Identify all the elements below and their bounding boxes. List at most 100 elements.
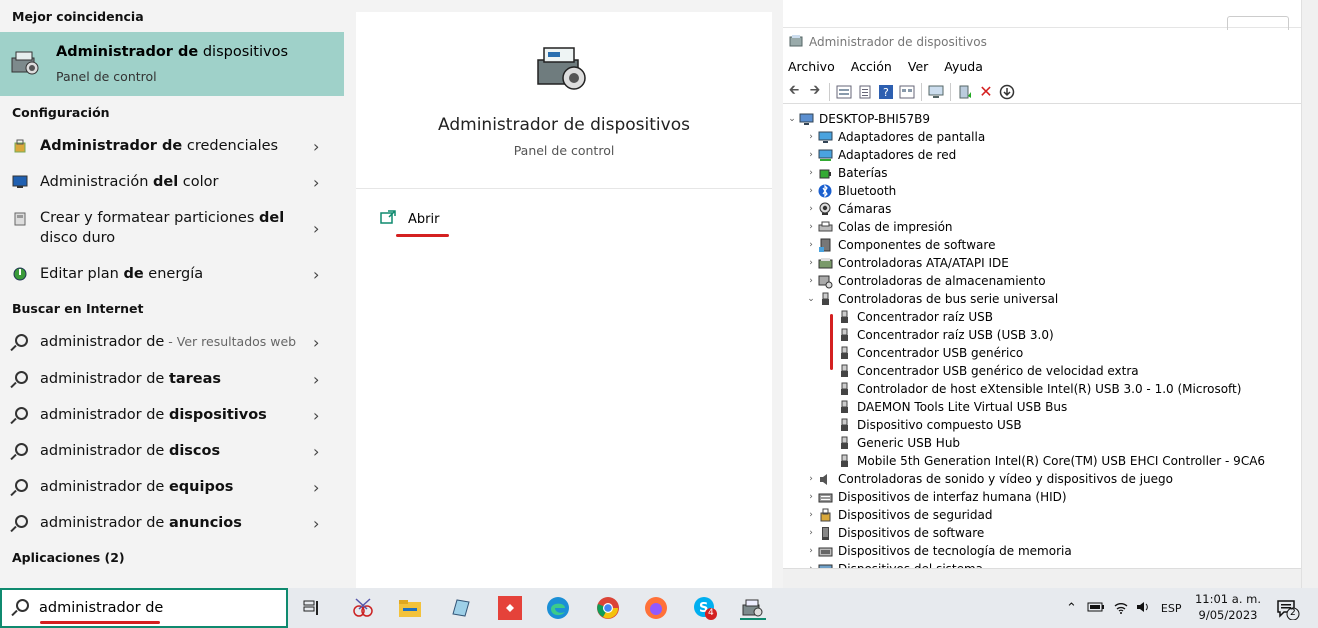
tree-category[interactable]: ›Dispositivos del sistema [804,560,983,568]
notification-icon[interactable]: 2 [1276,598,1300,624]
partition-icon [11,210,29,228]
menu-ayuda[interactable]: Ayuda [939,57,988,79]
details-view-icon[interactable] [898,83,916,101]
chevron-down-icon[interactable]: ⌄ [804,294,818,304]
help-icon[interactable]: ? [877,83,895,101]
storage-controller-icon [818,274,833,288]
chrome-icon[interactable] [595,596,621,620]
search-box[interactable]: administrador de [0,588,288,628]
best-match-item[interactable]: Administrador de dispositivos Panel de c… [0,32,344,96]
notepad-icon[interactable] [447,596,473,620]
tree-category[interactable]: › Componentes de software [804,236,995,254]
tree-category[interactable]: › Dispositivos de seguridad [804,506,992,524]
device-manager-icon [10,48,42,82]
tree-category[interactable]: › Baterías [804,164,887,182]
uninstall-icon[interactable]: ✕ [977,82,995,101]
chevron-right-icon[interactable]: › [804,258,818,268]
chevron-right-icon[interactable]: › [804,510,818,520]
tree-category[interactable]: › Colas de impresión [804,218,952,236]
tree-usb-device[interactable]: DAEMON Tools Lite Virtual USB Bus [823,398,1067,416]
edge-icon[interactable] [545,596,571,620]
chevron-right-icon[interactable]: › [804,168,818,178]
web-item-ver-resultados[interactable]: administrador de - Ver resultados web › [0,332,344,352]
vertical-scrollbar[interactable] [1301,0,1318,588]
forward-arrow-icon[interactable]: 🡲 [806,83,824,101]
results-list: Mejor coincidencia Administrador de disp… [0,0,355,588]
tree-category[interactable]: › Bluetooth [804,182,896,200]
web-item-anuncios[interactable]: administrador de anuncios › [0,513,344,533]
tree-category[interactable]: › Controladoras de almacenamiento [804,272,1046,290]
tree-category[interactable]: › Controladoras ATA/ATAPI IDE [804,254,1009,272]
tree-node-label: Bluetooth [838,184,897,198]
chevron-right-icon[interactable]: › [804,474,818,484]
chevron-right-icon[interactable]: › [804,240,818,250]
menu-accion[interactable]: Acción [846,57,897,79]
file-explorer-icon[interactable] [397,596,423,620]
chevron-up-icon[interactable]: ⌃ [1066,601,1077,616]
chevron-right-icon[interactable]: › [804,222,818,232]
search-input[interactable]: administrador de [39,600,163,616]
chevron-right-icon[interactable]: › [804,492,818,502]
config-item-credentials[interactable]: Administrador de credenciales › [0,136,344,156]
chevron-down-icon[interactable]: ⌄ [785,114,799,124]
menu-archivo[interactable]: Archivo [783,57,840,79]
back-arrow-icon[interactable]: 🡰 [785,83,803,101]
config-item-partitions[interactable]: Crear y formatear particiones del disco … [0,208,344,248]
wifi-icon[interactable] [1113,600,1129,617]
web-item-dispositivos[interactable]: administrador de dispositivos › [0,405,344,425]
chevron-right-icon[interactable]: › [804,546,818,556]
tree-usb-device[interactable]: Concentrador raíz USB [823,308,993,326]
view-list-icon[interactable] [856,83,874,101]
config-item-power-plan[interactable]: Editar plan de energía › [0,264,344,284]
properties-icon[interactable] [835,83,853,101]
skype-icon[interactable]: S4 [692,596,718,620]
web-item-tareas[interactable]: administrador de tareas › [0,369,344,389]
horizontal-scrollbar[interactable] [783,568,1301,588]
chevron-right-icon[interactable]: › [804,150,818,160]
background-button[interactable] [1227,16,1289,30]
tree-category[interactable]: ⌄ Controladoras de bus serie universal [804,290,1058,308]
disable-device-icon[interactable] [998,83,1016,101]
tree-usb-device[interactable]: Mobile 5th Generation Intel(R) Core(TM) … [823,452,1265,470]
config-item-color[interactable]: Administración del color › [0,172,344,192]
open-action[interactable]: Abrir [380,210,439,228]
firefox-icon[interactable] [643,596,669,620]
tree-category[interactable]: › Dispositivos de tecnología de memoria [804,542,1072,560]
best-match-subtitle: Panel de control [56,69,157,84]
tree-category[interactable]: › Adaptadores de red [804,146,956,164]
chevron-right-icon[interactable]: › [804,276,818,286]
volume-icon[interactable] [1135,600,1151,617]
scan-hardware-icon[interactable] [927,83,945,101]
menu-ver[interactable]: Ver [903,57,933,79]
update-driver-icon[interactable] [956,83,974,101]
tree-usb-device[interactable]: Dispositivo compuesto USB [823,416,1022,434]
chevron-right-icon[interactable]: › [804,204,818,214]
tree-category[interactable]: › Adaptadores de pantalla [804,128,985,146]
language-indicator[interactable]: ESP [1161,602,1182,615]
device-manager-taskbar-icon[interactable] [740,596,766,620]
tree-usb-device[interactable]: Concentrador raíz USB (USB 3.0) [823,326,1054,344]
tree-category[interactable]: › Cámaras [804,200,891,218]
task-view-icon[interactable] [299,596,325,620]
tree-node-label: Dispositivos de seguridad [838,508,993,522]
anydesk-icon[interactable] [497,596,523,620]
tree-root[interactable]: ⌄ DESKTOP-BHI57B9 [785,110,930,128]
web-item-equipos[interactable]: administrador de equipos › [0,477,344,497]
tree-usb-device[interactable]: Concentrador USB genérico [823,344,1023,362]
web-item-discos[interactable]: administrador de discos › [0,441,344,461]
tree-category[interactable]: › Dispositivos de software [804,524,984,542]
clock[interactable]: 11:01 a. m. 9/05/2023 [1188,591,1268,623]
tree-category[interactable]: › Dispositivos de interfaz humana (HID) [804,488,1066,506]
tree-usb-device[interactable]: Concentrador USB genérico de velocidad e… [823,362,1139,380]
chevron-right-icon[interactable]: › [804,132,818,142]
tree-node-label: DAEMON Tools Lite Virtual USB Bus [857,400,1068,414]
power-plan-icon [11,265,29,283]
tree-category[interactable]: › Controladoras de sonido y vídeo y dispo… [804,470,1173,488]
battery-icon[interactable] [1087,601,1105,616]
chevron-right-icon[interactable]: › [804,528,818,538]
tree-usb-device[interactable]: Generic USB Hub [823,434,960,452]
snipping-tool-icon[interactable] [350,596,376,620]
tree-usb-device[interactable]: Controlador de host eXtensible Intel(R) … [823,380,1241,398]
chevron-right-icon[interactable]: › [804,186,818,196]
preview-pane: Administrador de dispositivos Panel de c… [356,12,772,588]
